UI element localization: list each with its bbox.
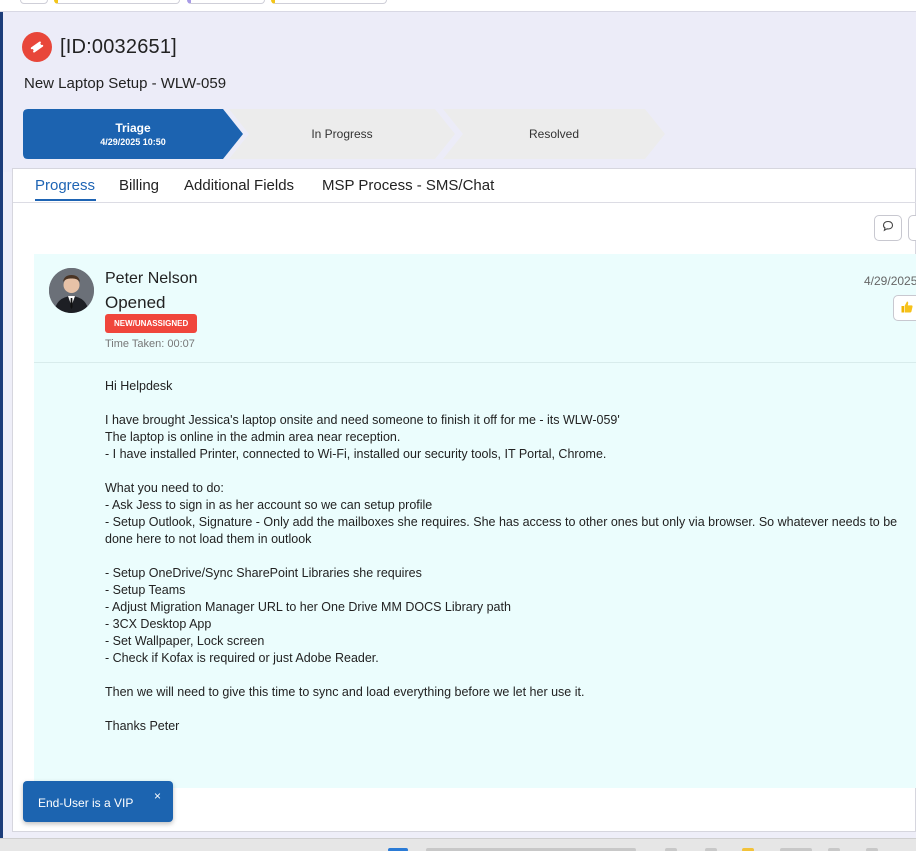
body-line: Then we will need to give this time to s… xyxy=(105,685,585,699)
tab-msp-process-sms-chat[interactable]: MSP Process - SMS/Chat xyxy=(322,177,494,194)
entry-divider xyxy=(34,362,916,363)
thumbs-up-icon xyxy=(900,300,914,317)
tab-bar: Progress Billing Additional Fields MSP P… xyxy=(13,169,916,203)
top-chip[interactable] xyxy=(20,0,48,4)
stage-in-progress[interactable]: In Progress xyxy=(229,109,455,159)
body-line: - Set Wallpaper, Lock screen xyxy=(105,634,265,648)
entry-date: 4/29/2025 xyxy=(864,274,916,288)
entry-action: Opened xyxy=(105,293,166,312)
body-line: I have brought Jessica's laptop onsite a… xyxy=(105,413,620,427)
tab-additional-fields[interactable]: Additional Fields xyxy=(184,177,294,194)
entry-author[interactable]: Peter Nelson xyxy=(105,270,198,288)
speech-bubble-icon xyxy=(882,219,894,237)
ticket-icon xyxy=(22,32,52,62)
top-chip[interactable] xyxy=(187,0,265,4)
time-taken: Time Taken: 00:07 xyxy=(105,338,195,350)
body-line: - I have installed Printer, connected to… xyxy=(105,447,607,461)
tab-progress[interactable]: Progress xyxy=(35,177,95,194)
stage-label: Resolved xyxy=(528,127,580,141)
entry-body: Hi Helpdesk I have brought Jessica's lap… xyxy=(105,378,916,735)
stage-progress-bar: Triage 4/29/2025 10:50 In Progress Resol… xyxy=(23,109,673,159)
body-line: - Setup OneDrive/Sync SharePoint Librari… xyxy=(105,566,422,580)
close-icon[interactable]: × xyxy=(154,789,161,803)
body-line: Thanks Peter xyxy=(105,719,180,733)
like-button[interactable] xyxy=(893,295,916,321)
ticket-id: [ID:0032651] xyxy=(60,36,177,58)
vip-toast: End-User is a VIP × xyxy=(23,781,173,822)
ticket-header: [ID:0032651] New Laptop Setup - WLW-059 … xyxy=(3,12,916,172)
stage-date: 4/29/2025 10:50 xyxy=(100,137,166,147)
ticket-detail-panel: Progress Billing Additional Fields MSP P… xyxy=(12,168,916,832)
tab-billing[interactable]: Billing xyxy=(119,177,159,194)
stage-triage[interactable]: Triage 4/29/2025 10:50 xyxy=(23,109,243,159)
stage-resolved[interactable]: Resolved xyxy=(443,109,665,159)
top-chip[interactable] xyxy=(54,0,180,4)
top-chip[interactable] xyxy=(271,0,387,4)
taskbar-strip xyxy=(0,838,916,851)
body-line: - Check if Kofax is required or just Ado… xyxy=(105,651,379,665)
vip-toast-text: End-User is a VIP xyxy=(38,796,134,810)
body-line: - Adjust Migration Manager URL to her On… xyxy=(105,600,511,614)
avatar xyxy=(49,268,94,313)
progress-entry: Peter Nelson Opened NEW/UNASSIGNED Time … xyxy=(34,254,916,788)
stage-label: Triage xyxy=(115,121,151,135)
body-line: What you need to do: xyxy=(105,481,224,495)
body-line: The laptop is online in the admin area n… xyxy=(105,430,401,444)
body-line: - Setup Teams xyxy=(105,583,186,597)
body-line: - Setup Outlook, Signature - Only add th… xyxy=(105,515,898,546)
body-line: - 3CX Desktop App xyxy=(105,617,212,631)
ticket-title: New Laptop Setup - WLW-059 xyxy=(24,75,227,92)
body-line: Hi Helpdesk xyxy=(105,379,173,393)
stage-label: In Progress xyxy=(311,127,373,141)
body-line: - Ask Jess to sign in as her account so … xyxy=(105,498,433,512)
more-toolbar-button[interactable] xyxy=(908,215,916,241)
status-badge: NEW/UNASSIGNED xyxy=(105,314,198,333)
active-tab-indicator xyxy=(35,199,96,201)
top-toolbar-strip xyxy=(0,0,916,12)
comment-button[interactable] xyxy=(874,215,902,241)
